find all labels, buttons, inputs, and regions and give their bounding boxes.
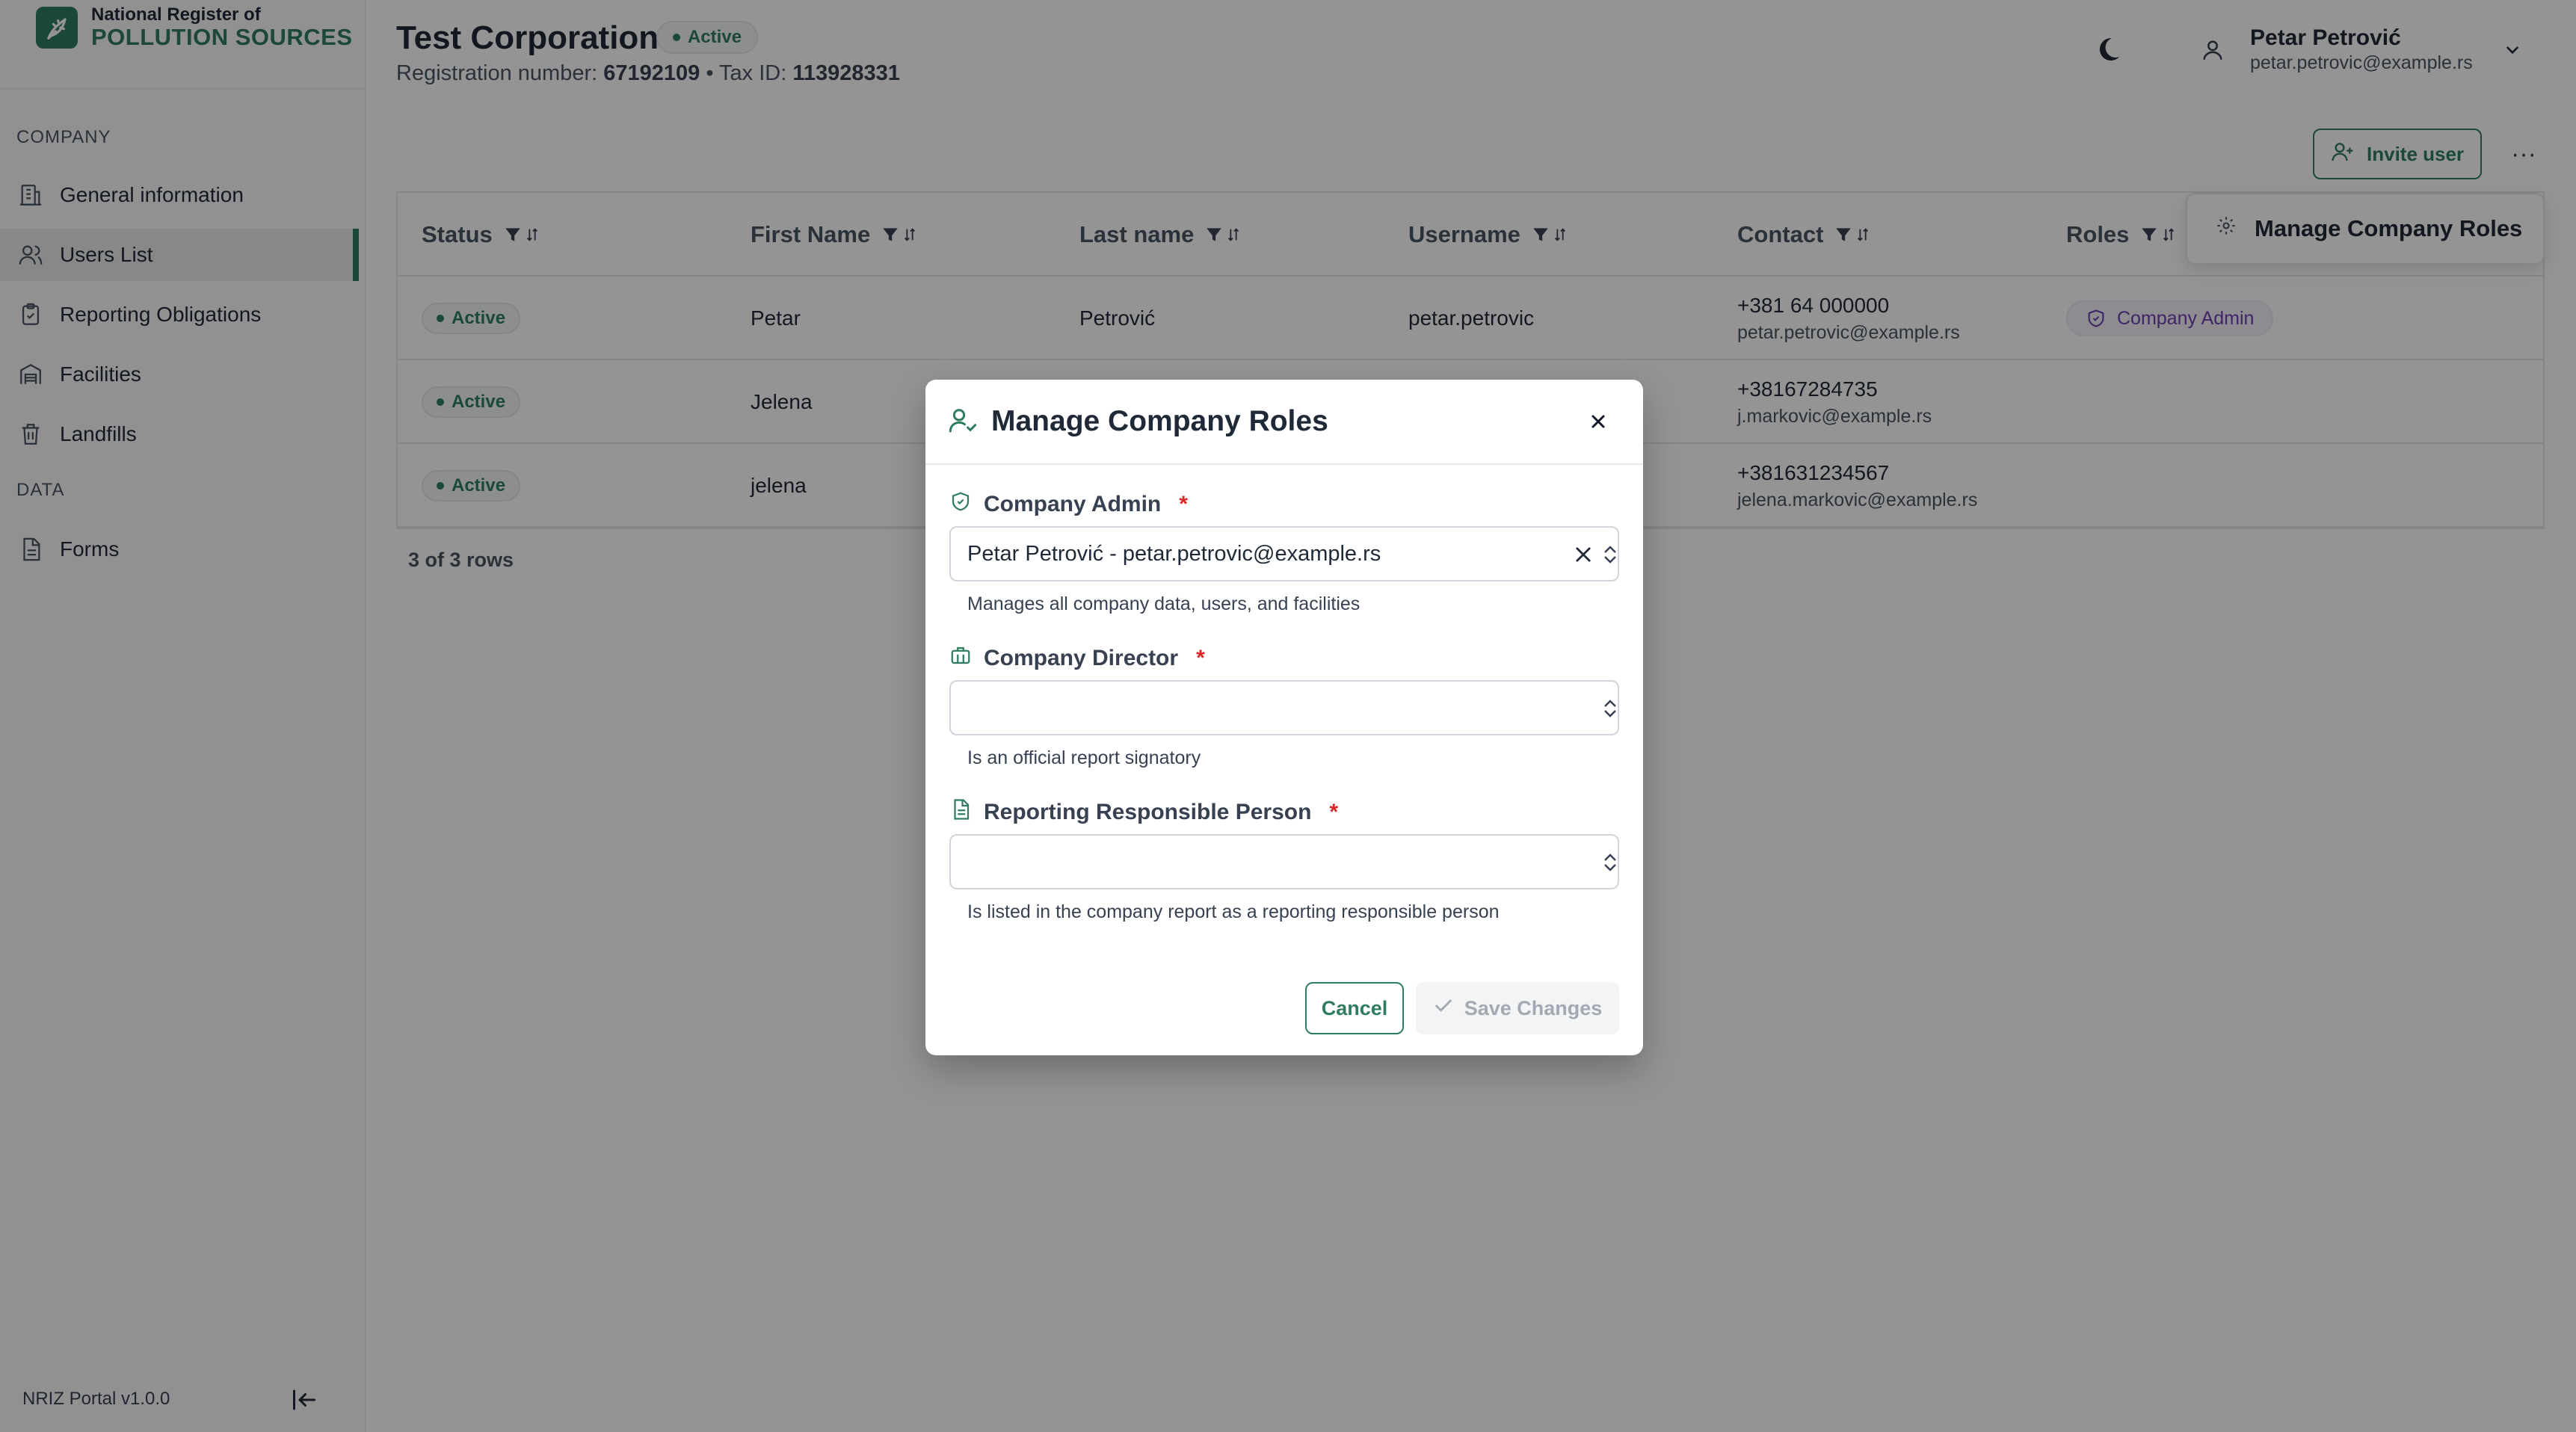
company-director-select[interactable] bbox=[949, 680, 1619, 735]
required-marker: * bbox=[1196, 646, 1205, 670]
document-text-icon bbox=[949, 798, 972, 827]
company-director-label: Company Director * bbox=[949, 644, 1205, 673]
chevron-up-down-icon bbox=[1601, 541, 1619, 568]
required-marker: * bbox=[1179, 492, 1188, 516]
save-changes-label: Save Changes bbox=[1464, 996, 1603, 1019]
chevron-up-down-icon bbox=[1601, 849, 1619, 876]
user-check-icon bbox=[948, 405, 978, 439]
field-label-text: Company Admin bbox=[984, 492, 1162, 516]
company-director-hint: Is an official report signatory bbox=[967, 747, 1201, 768]
app-root: National Register of POLLUTION SOURCES C… bbox=[0, 0, 2576, 1432]
company-admin-select[interactable]: Petar Petrović - petar.petrovic@example.… bbox=[949, 526, 1619, 581]
clear-selection-icon[interactable] bbox=[1570, 541, 1597, 568]
manage-roles-dialog: Manage Company Roles Company Admin * Pet… bbox=[925, 380, 1643, 1055]
reporting-person-hint: Is listed in the company report as a rep… bbox=[967, 901, 1500, 922]
reporting-person-label: Reporting Responsible Person * bbox=[949, 798, 1338, 827]
company-admin-label: Company Admin * bbox=[949, 490, 1188, 519]
close-icon bbox=[1589, 413, 1607, 434]
dialog-header: Manage Company Roles bbox=[925, 380, 1643, 465]
shield-check-icon bbox=[949, 490, 972, 519]
select-value: Petar Petrović - petar.petrovic@example.… bbox=[967, 541, 1381, 566]
save-changes-button[interactable]: Save Changes bbox=[1416, 982, 1619, 1034]
company-admin-hint: Manages all company data, users, and fac… bbox=[967, 593, 1361, 614]
field-label-text: Company Director bbox=[984, 646, 1179, 670]
reporting-person-select[interactable] bbox=[949, 834, 1619, 889]
dialog-title: Manage Company Roles bbox=[991, 405, 1328, 437]
check-icon bbox=[1433, 996, 1454, 1022]
briefcase-icon bbox=[949, 644, 972, 673]
field-label-text: Reporting Responsible Person bbox=[984, 800, 1312, 824]
close-button[interactable] bbox=[1582, 407, 1615, 439]
chevron-up-down-icon bbox=[1601, 695, 1619, 722]
required-marker: * bbox=[1329, 800, 1339, 824]
cancel-button[interactable]: Cancel bbox=[1305, 982, 1404, 1034]
